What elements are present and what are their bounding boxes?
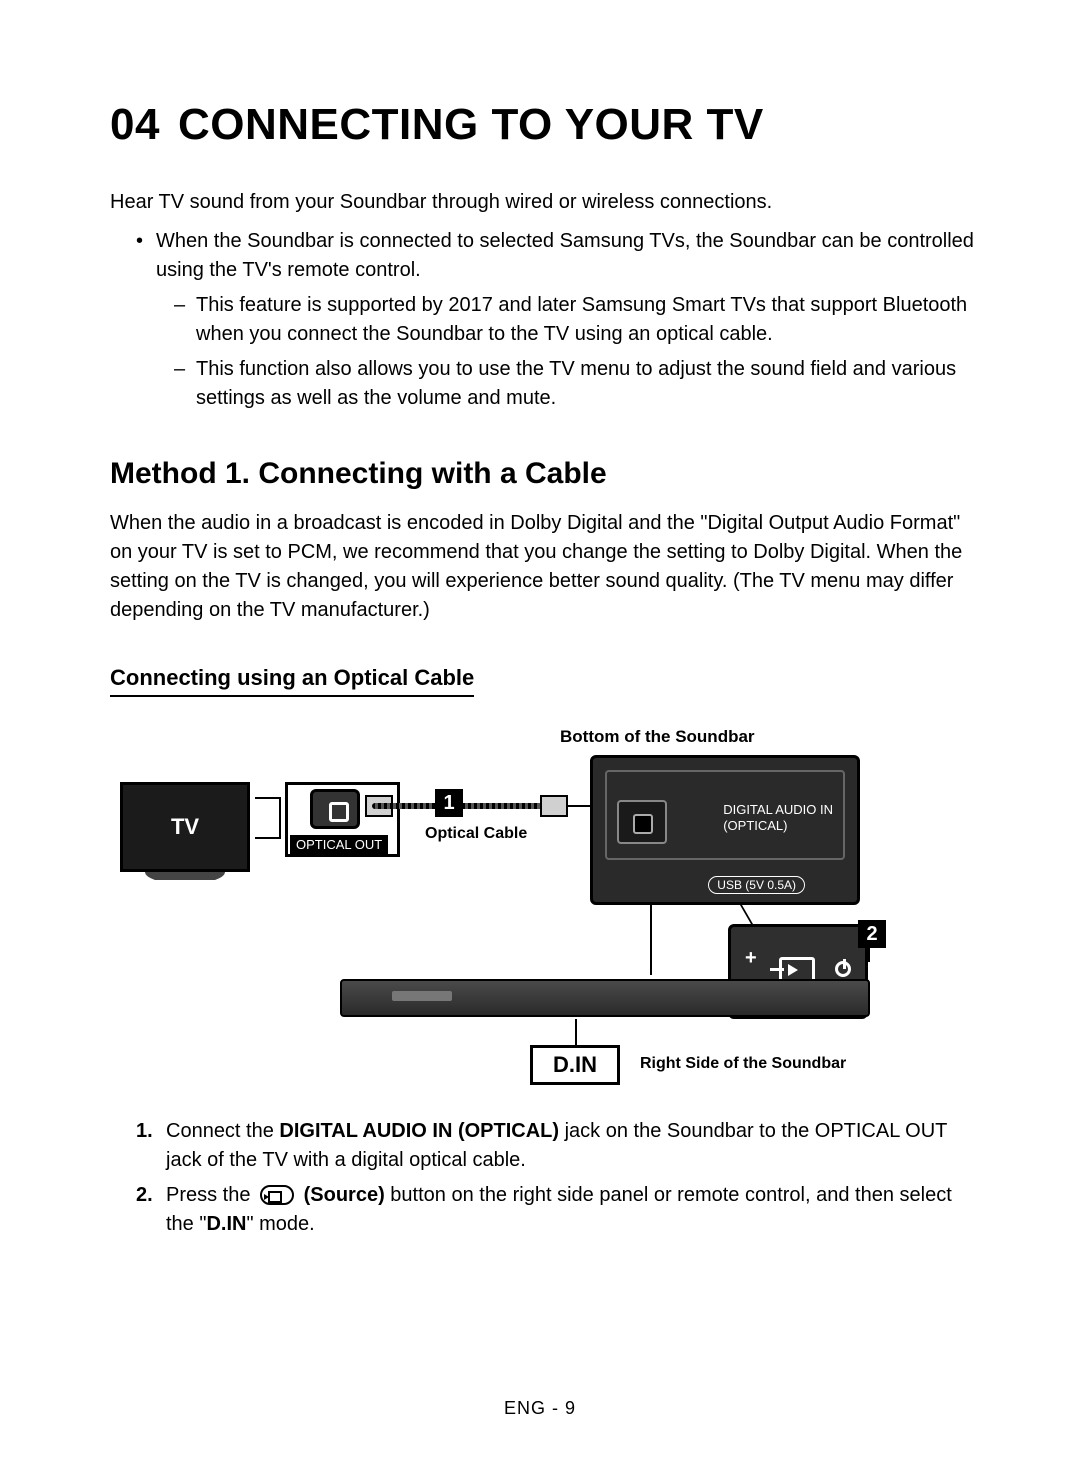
source-inline-icon [260,1185,294,1205]
note-item: When the Soundbar is connected to select… [136,227,980,413]
soundbar-bottom-illustration: DIGITAL AUDIO IN (OPTICAL) USB (5V 0.5A) [590,755,860,905]
soundbar-optical-port-icon [617,800,667,844]
diagram-right-label: Right Side of the Soundbar [640,1055,846,1073]
step-item: Press the (Source) button on the right s… [136,1181,980,1239]
subnote-item: This feature is supported by 2017 and la… [174,291,980,349]
method-heading: Method 1. Connecting with a Cable [110,457,980,491]
din-display-label: D.IN [530,1045,620,1085]
tv-stand [145,872,225,884]
step-item: Connect the DIGITAL AUDIO IN (OPTICAL) j… [136,1117,980,1175]
chapter-number: 04 [110,100,160,149]
soundbar-usb-label: USB (5V 0.5A) [708,876,805,894]
subsection-heading: Connecting using an Optical Cable [110,665,474,697]
step-badge-2: 2 [858,920,886,948]
volume-up-icon: + [745,947,757,970]
subnote-item: This function also allows you to use the… [174,355,980,413]
soundbar-optical-label: DIGITAL AUDIO IN (OPTICAL) [723,802,833,833]
note-text: When the Soundbar is connected to select… [156,230,974,281]
tv-optical-port-icon [310,789,360,829]
power-icon [835,961,851,977]
method-paragraph: When the audio in a broadcast is encoded… [110,509,980,625]
cable-label: Optical Cable [425,825,527,843]
tv-optical-out-label: OPTICAL OUT [290,835,388,854]
chapter-title: 04 CONNECTING TO YOUR TV [110,100,980,150]
diagram-top-label: Bottom of the Soundbar [560,727,755,747]
intro-text: Hear TV sound from your Soundbar through… [110,188,980,217]
step-badge-1: 1 [435,789,463,817]
connection-diagram: Bottom of the Soundbar TV OPTICAL OUT 1 … [110,727,970,1097]
page-footer: ENG - 9 [0,1398,1080,1419]
cable-plug-right-icon [540,795,568,817]
soundbar-front-illustration [340,979,870,1017]
chapter-title-text: CONNECTING TO YOUR TV [178,100,764,149]
optical-cable-icon [372,803,562,809]
tv-illustration: TV [120,782,250,872]
